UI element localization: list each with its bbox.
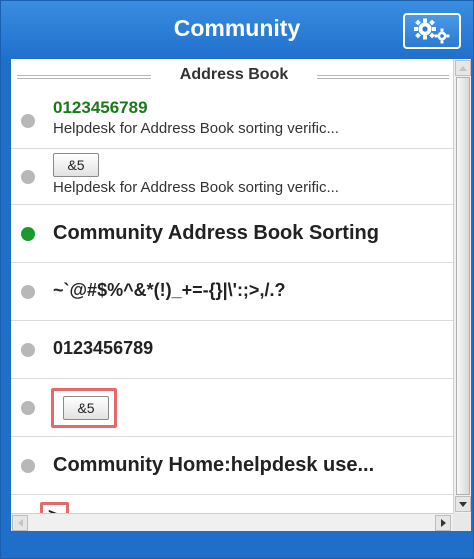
scroll-left-button[interactable]	[12, 515, 28, 531]
status-dot-icon	[21, 343, 35, 357]
contact-description: Helpdesk for Address Book sorting verifi…	[53, 120, 339, 137]
contact-name: 0123456789	[53, 98, 148, 117]
contact-row[interactable]: Community Address Book Sorting	[11, 205, 453, 263]
status-dot-icon	[21, 170, 35, 184]
section-divider	[317, 75, 449, 79]
section-divider	[17, 75, 151, 79]
section-header: Address Book	[11, 59, 453, 93]
status-dot-icon	[21, 114, 35, 128]
status-dot-icon	[21, 459, 35, 473]
contact-row[interactable]: &5	[11, 379, 453, 437]
scrollbar-corner	[453, 513, 471, 531]
status-dot-icon	[21, 285, 35, 299]
community-window: Community Address Book 0123456789 Helpde…	[0, 0, 474, 559]
contact-button[interactable]: &5	[63, 396, 109, 420]
horizontal-scrollbar[interactable]	[11, 513, 453, 531]
contact-name: ~`@#$%^&*(!)_+=-{}|\':;>,/.?	[53, 280, 286, 300]
contact-name: Community Address Book Sorting	[53, 222, 379, 244]
scroll-right-button[interactable]	[435, 515, 451, 531]
settings-button[interactable]	[403, 13, 461, 49]
arrow-right-icon	[440, 519, 446, 527]
contact-button[interactable]: &5	[53, 153, 99, 177]
arrow-down-icon	[459, 501, 467, 507]
scroll-down-button[interactable]	[455, 496, 471, 512]
status-dot-icon	[21, 227, 35, 241]
settings-gears-icon	[414, 18, 450, 44]
scrollbar-thumb[interactable]	[456, 77, 470, 495]
title-bar: Community	[1, 1, 473, 59]
arrow-up-icon	[459, 65, 467, 71]
section-title: Address Book	[179, 66, 289, 83]
contact-row[interactable]: ~`@#$%^&*(!)_+=-{}|\':;>,/.?	[11, 263, 453, 321]
contact-name: 0123456789	[53, 338, 154, 358]
contact-row[interactable]: 0123456789	[11, 321, 453, 379]
address-book-panel: Address Book 0123456789 Helpdesk for Add…	[11, 59, 471, 531]
vertical-scrollbar[interactable]	[453, 59, 471, 513]
contact-row[interactable]: Community Home:helpdesk use...	[11, 437, 453, 495]
contact-name: Community Home:helpdesk use...	[53, 454, 375, 476]
status-dot-icon	[21, 401, 35, 415]
contact-row[interactable]: 0123456789 Helpdesk for Address Book sor…	[11, 93, 453, 149]
contact-description: Helpdesk for Address Book sorting verifi…	[53, 179, 339, 196]
contact-row[interactable]: &5 Helpdesk for Address Book sorting ver…	[11, 149, 453, 205]
arrow-left-icon	[17, 519, 23, 527]
scroll-up-button[interactable]	[455, 60, 471, 76]
